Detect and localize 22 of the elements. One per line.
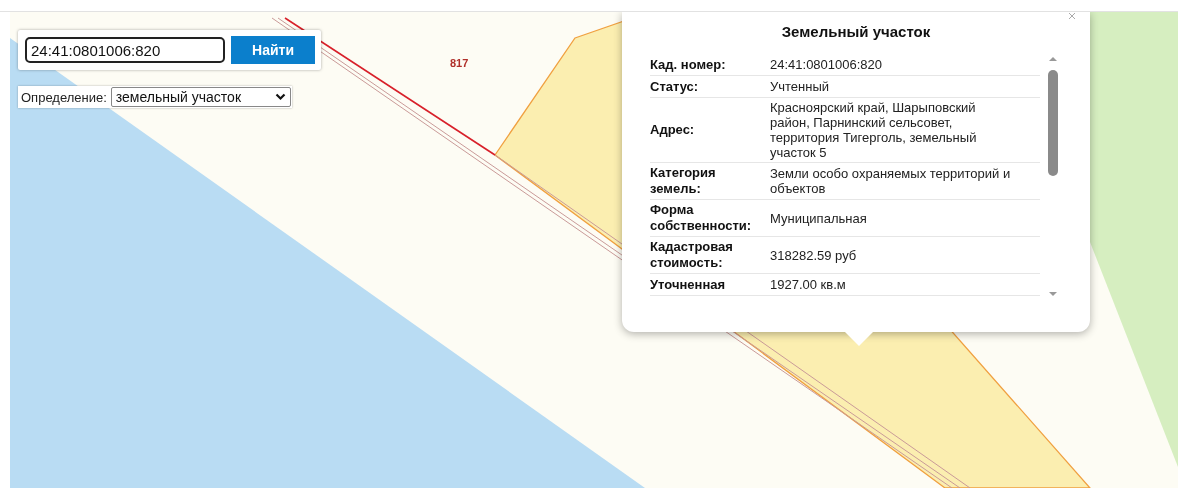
field-value: Красноярский край, Шарыповский район, Парнинский сельсовет, территория Тигерголь, земельный участок 5: [770, 100, 978, 160]
field-value: 24:41:0801006:820: [770, 57, 884, 72]
field-label: Кадастровая стоимость:: [650, 239, 734, 271]
search-field[interactable]: 24:41:0801006:820: [25, 37, 225, 63]
field-label: Кад. номер:: [650, 56, 727, 73]
mode-label: Определение:: [20, 89, 108, 105]
field-value: 318282.59 руб: [770, 247, 858, 263]
field-label: Категория земель:: [650, 165, 717, 197]
field-label: Уточненная: [650, 276, 727, 293]
find-button[interactable]: Найти: [231, 36, 315, 64]
field-value: Муниципальная: [770, 210, 868, 226]
field-label: Статус:: [650, 78, 700, 95]
close-icon[interactable]: [1068, 13, 1076, 19]
popup-title: Земельный участок: [780, 22, 932, 42]
field-value: 1927.00 кв.м: [770, 277, 847, 292]
field-label: Форма собственности:: [650, 202, 753, 234]
field-label: Адрес:: [650, 122, 696, 138]
mode-select[interactable]: земельный участок: [110, 87, 291, 107]
map-label: 817: [450, 57, 469, 69]
chevron-icon: [274, 93, 286, 101]
field-value: Земли особо охраняемых территорий и объектов: [770, 166, 1012, 196]
field-value: Учтенный: [770, 79, 831, 94]
